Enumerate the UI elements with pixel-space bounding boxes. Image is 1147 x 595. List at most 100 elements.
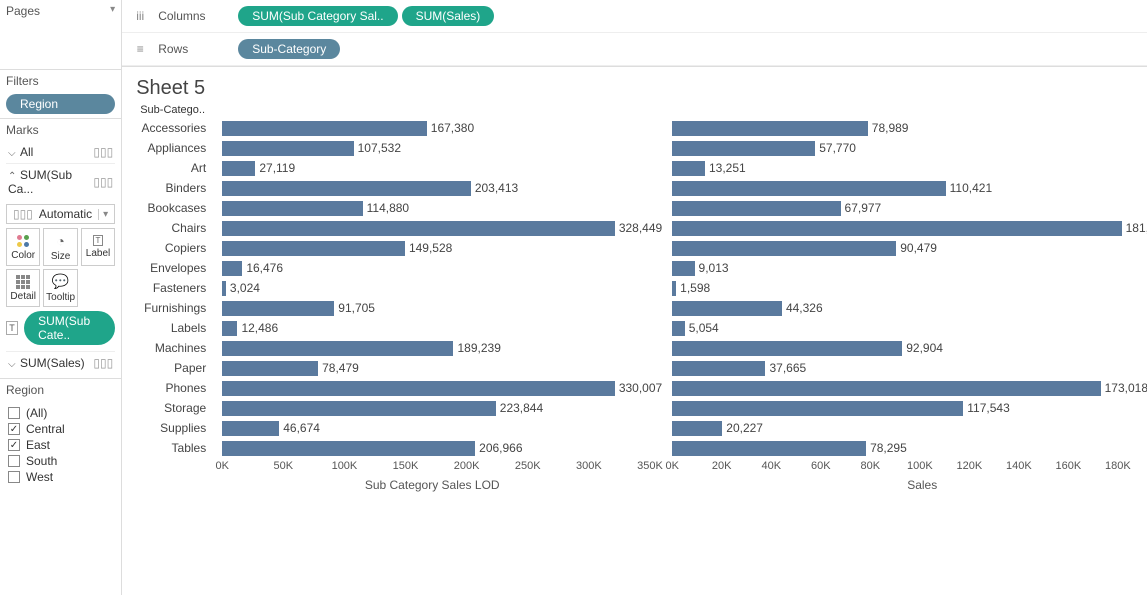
axis-tick: 80K: [861, 460, 881, 472]
data-label: 78,295: [870, 441, 907, 455]
bar-row[interactable]: 114,880: [222, 198, 662, 218]
category-label[interactable]: Accessories: [136, 118, 212, 138]
detail-button[interactable]: Detail: [6, 269, 40, 307]
category-label[interactable]: Labels: [136, 318, 212, 338]
data-label: 223,844: [500, 401, 543, 415]
rows-shelf-label: Rows: [158, 42, 228, 56]
bar-row[interactable]: 46,674: [222, 418, 662, 438]
bar-row[interactable]: 78,295: [672, 438, 1147, 458]
bar-row[interactable]: 78,479: [222, 358, 662, 378]
chart-sales[interactable]: 78,98957,77013,251110,42167,977181,49190…: [672, 118, 1147, 476]
filter-pill-region[interactable]: Region: [6, 94, 115, 114]
category-label[interactable]: Furnishings: [136, 298, 212, 318]
bar-row[interactable]: 37,665: [672, 358, 1147, 378]
category-label[interactable]: Supplies: [136, 418, 212, 438]
bar-row[interactable]: 9,013: [672, 258, 1147, 278]
pages-dropdown-icon[interactable]: ▾: [110, 4, 115, 15]
bar-row[interactable]: 5,054: [672, 318, 1147, 338]
region-option-all[interactable]: (All): [6, 405, 115, 421]
bar-row[interactable]: 110,421: [672, 178, 1147, 198]
category-label[interactable]: Tables: [136, 438, 212, 458]
bar-row[interactable]: 90,479: [672, 238, 1147, 258]
bar-row[interactable]: 20,227: [672, 418, 1147, 438]
label-pill-sum-subcat[interactable]: SUM(Sub Cate..: [24, 311, 115, 345]
size-button[interactable]: ◔ Size: [43, 228, 77, 266]
category-label[interactable]: Art: [136, 158, 212, 178]
bar-row[interactable]: 44,326: [672, 298, 1147, 318]
category-label[interactable]: Copiers: [136, 238, 212, 258]
color-button[interactable]: Color: [6, 228, 40, 266]
category-label[interactable]: Paper: [136, 358, 212, 378]
bar-row[interactable]: 12,486: [222, 318, 662, 338]
column-pill[interactable]: SUM(Sales): [402, 6, 495, 26]
bar-row[interactable]: 149,528: [222, 238, 662, 258]
bar: [222, 241, 405, 256]
rows-shelf[interactable]: ≡ Rows Sub-Category: [122, 33, 1147, 66]
chevron-up-icon: ⌃: [8, 171, 20, 182]
data-label: 189,239: [457, 341, 500, 355]
bar-row[interactable]: 173,018: [672, 378, 1147, 398]
category-label[interactable]: Storage: [136, 398, 212, 418]
bar-row[interactable]: 223,844: [222, 398, 662, 418]
columns-shelf[interactable]: iii Columns SUM(Sub Category Sal..SUM(Sa…: [122, 0, 1147, 33]
filters-shelf[interactable]: Filters Region: [0, 70, 121, 119]
bar-row[interactable]: 91,705: [222, 298, 662, 318]
bar-row[interactable]: 92,904: [672, 338, 1147, 358]
bar-row[interactable]: 203,413: [222, 178, 662, 198]
bar-row[interactable]: 189,239: [222, 338, 662, 358]
bar-row[interactable]: 67,977: [672, 198, 1147, 218]
bar-row[interactable]: 1,598: [672, 278, 1147, 298]
region-option-south[interactable]: South: [6, 453, 115, 469]
mark-type-select[interactable]: ▯▯▯ Automatic ▾: [6, 204, 115, 224]
marks-row-sum-subcat[interactable]: ⌃SUM(Sub Ca... ▯▯▯: [6, 164, 115, 200]
bar-row[interactable]: 167,380: [222, 118, 662, 138]
bar-row[interactable]: 27,119: [222, 158, 662, 178]
region-option-east[interactable]: ✓East: [6, 437, 115, 453]
category-label[interactable]: Phones: [136, 378, 212, 398]
data-label: 27,119: [259, 161, 295, 175]
marks-all-label: All: [20, 145, 33, 159]
bar-row[interactable]: 206,966: [222, 438, 662, 458]
marks-row-sum-sales[interactable]: ⌵SUM(Sales) ▯▯▯: [6, 351, 115, 374]
bar-row[interactable]: 330,007: [222, 378, 662, 398]
pages-shelf[interactable]: Pages ▾: [0, 0, 121, 70]
bar-row[interactable]: 181,491: [672, 218, 1147, 238]
chart-lod[interactable]: 167,380 107,532 27,119 203,413114,880328,44…: [222, 118, 662, 476]
text-encoding-icon[interactable]: T: [6, 321, 18, 335]
row-pill[interactable]: Sub-Category: [238, 39, 340, 59]
bar-row[interactable]: 13,251: [672, 158, 1147, 178]
category-label[interactable]: Appliances: [136, 138, 212, 158]
axis-tick: 150K: [393, 460, 419, 472]
category-label[interactable]: Bookcases: [136, 198, 212, 218]
bar-row[interactable]: 16,476: [222, 258, 662, 278]
bar-row[interactable]: 57,770: [672, 138, 1147, 158]
bar-row[interactable]: 3,024: [222, 278, 662, 298]
data-label: 92,904: [906, 341, 943, 355]
category-label[interactable]: Fasteners: [136, 278, 212, 298]
region-option-central[interactable]: ✓Central: [6, 421, 115, 437]
label-button[interactable]: T Label: [81, 228, 115, 266]
data-label: 107,532: [358, 141, 401, 155]
tooltip-button[interactable]: 💬 Tooltip: [43, 269, 77, 307]
region-option-west[interactable]: West: [6, 469, 115, 485]
tooltip-icon: 💬: [52, 273, 69, 290]
marks-label: Marks: [6, 123, 115, 137]
checkbox-icon: ✓: [8, 439, 20, 451]
bar-row[interactable]: 328,449: [222, 218, 662, 238]
bar: [672, 321, 685, 336]
category-label[interactable]: Binders: [136, 178, 212, 198]
category-label[interactable]: Envelopes: [136, 258, 212, 278]
region-option-label: South: [26, 454, 57, 468]
bar-row[interactable]: 117,543: [672, 398, 1147, 418]
category-label[interactable]: Chairs: [136, 218, 212, 238]
sheet-title[interactable]: Sheet 5: [122, 67, 1147, 104]
data-label: 206,966: [479, 441, 522, 455]
category-label[interactable]: Machines: [136, 338, 212, 358]
axis-title-lod: Sub Category Sales LOD: [212, 478, 652, 492]
bar-row[interactable]: 78,989: [672, 118, 1147, 138]
bar-row[interactable]: 107,532: [222, 138, 662, 158]
column-pill[interactable]: SUM(Sub Category Sal..: [238, 6, 397, 26]
chevron-down-icon: ⌵: [8, 359, 20, 370]
axis-title-sales: Sales: [662, 478, 1147, 492]
marks-row-all[interactable]: ⌵All ▯▯▯: [6, 141, 115, 164]
